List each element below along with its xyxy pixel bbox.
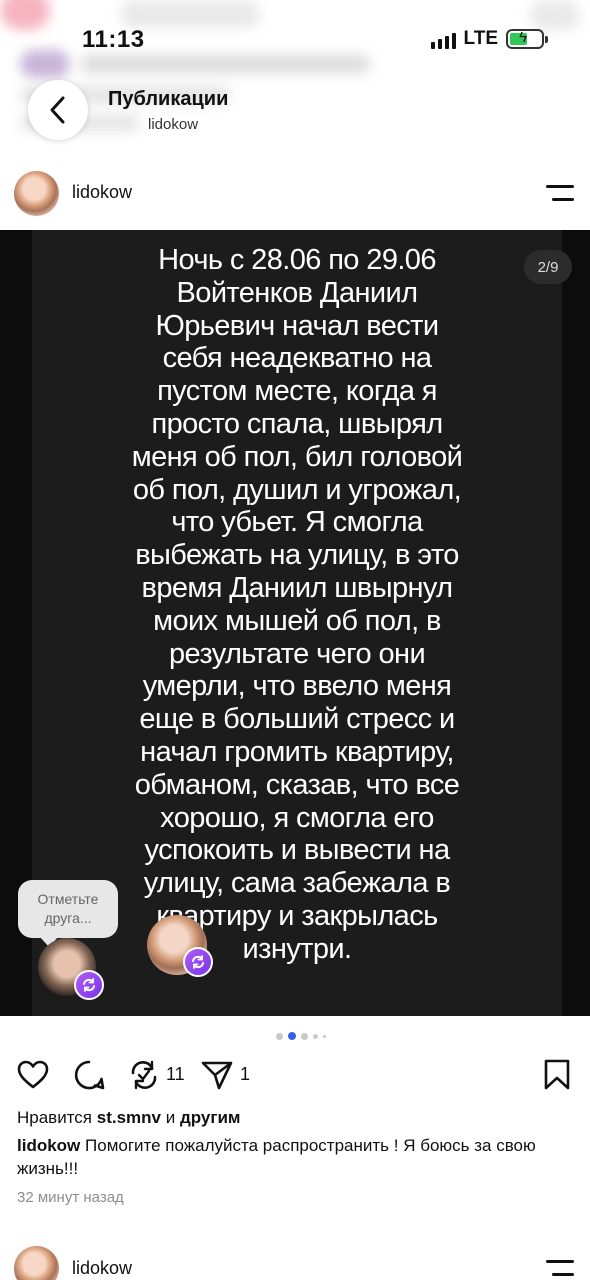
repost-icon	[131, 1060, 157, 1090]
repost-icon	[192, 955, 204, 969]
post-caption: lidokow Помогите пожалуйста распространи…	[17, 1134, 577, 1180]
post-actions: 11 1	[0, 1056, 590, 1096]
story-text-line: меня об пол, бил головой	[131, 440, 463, 473]
story-text-line: результате чего они	[168, 637, 426, 670]
caption-username[interactable]: lidokow	[17, 1136, 80, 1155]
heart-icon	[17, 1060, 49, 1089]
menu-icon[interactable]	[544, 1260, 574, 1278]
tag-friend-bubble[interactable]: Отметьте друга...	[18, 880, 118, 947]
caption-text: Помогите пожалуйста распространить ! Я б…	[17, 1136, 536, 1178]
carousel-dot	[313, 1033, 318, 1039]
tag-prompt-line: Отметьте	[37, 891, 99, 907]
next-post-username[interactable]: lidokow	[72, 1258, 132, 1279]
story-text-line: Ночь с 28.06 по 29.06	[158, 244, 436, 276]
carousel-dot	[323, 1034, 326, 1038]
repost-count: 11	[166, 1064, 185, 1084]
share-count: 1	[240, 1064, 251, 1084]
story-text-line: об пол, душил и угрожал,	[132, 473, 462, 506]
page-subtitle: lidokow	[148, 116, 199, 133]
repost-button[interactable]	[128, 1058, 160, 1097]
story-text-line: Юрьевич начал вести	[155, 309, 440, 342]
share-button[interactable]	[200, 1058, 234, 1097]
story-text-line: умерли, что ввело меня	[142, 670, 452, 703]
battery-icon: ϟ	[506, 29, 548, 49]
bookmark-icon	[544, 1059, 570, 1090]
story-text-line: Войтенков Даниил	[176, 276, 418, 309]
story-text-line: время Даниил швырнул	[141, 571, 454, 604]
page-counter: 2/9	[524, 250, 572, 284]
avatar[interactable]	[14, 1246, 59, 1280]
story-text-line: что убьет. Я смогла	[171, 506, 423, 539]
likes-and: и	[165, 1108, 176, 1127]
save-button[interactable]	[542, 1058, 572, 1097]
story-text-line: себя неадекватно на	[162, 342, 432, 375]
repost-badge	[74, 970, 104, 1000]
next-post-header: lidokow	[0, 1240, 590, 1280]
story-text-line: обманом, сказав, что все	[134, 768, 460, 801]
story-text-line: моих мышей об пол, в	[153, 604, 441, 637]
comment-button[interactable]	[72, 1058, 106, 1097]
status-indicators: LTE ϟ	[430, 28, 548, 50]
comment-icon	[74, 1060, 105, 1090]
story-text-line: улицу, сама забежала в	[143, 867, 451, 900]
carousel-dot	[276, 1032, 283, 1040]
post-header: lidokow	[0, 165, 590, 225]
story-text-line: начал громить квартиру,	[140, 735, 454, 768]
story-text-line: еще в больший стресс и	[139, 703, 455, 736]
story-text-line: хорошо, я смогла его	[160, 801, 434, 834]
repost-badge	[183, 947, 213, 977]
post-timestamp: 32 минут назад	[17, 1189, 124, 1206]
network-type: LTE	[463, 28, 498, 49]
signal-icon	[430, 29, 456, 49]
post-username[interactable]: lidokow	[72, 182, 132, 203]
menu-icon[interactable]	[544, 185, 574, 203]
tag-prompt-line: друга...	[44, 910, 92, 926]
carousel-dots	[276, 1032, 326, 1040]
story-text-line: просто спала, швырял	[151, 407, 443, 440]
chevron-left-icon	[50, 96, 65, 124]
status-bar: 11:13 LTE ϟ	[0, 18, 590, 62]
like-button[interactable]	[16, 1058, 50, 1097]
carousel-dot	[301, 1032, 308, 1040]
likes-others[interactable]: другим	[180, 1108, 241, 1127]
carousel-dot	[288, 1032, 296, 1040]
story-text-line: выбежать на улицу, в это	[135, 539, 459, 572]
story-text-line: успокоить и вывести на	[144, 834, 451, 867]
back-button[interactable]	[28, 80, 88, 140]
send-icon	[201, 1061, 233, 1090]
avatar[interactable]	[14, 171, 59, 216]
repost-icon	[83, 978, 95, 992]
likes-prefix: Нравится	[17, 1108, 93, 1127]
likes-summary[interactable]: Нравится st.smnv и другим	[17, 1108, 240, 1128]
page-title: Публикации	[108, 88, 229, 110]
liker-username[interactable]: st.smnv	[97, 1108, 161, 1127]
story-text: Ночь с 28.06 по 29.06 Войтенков Даниил Юрь…	[92, 244, 502, 966]
post-image[interactable]: Ночь с 28.06 по 29.06 Войтенков Даниил Юрь…	[0, 230, 590, 1016]
story-text-line: пустом месте, когда я	[157, 375, 437, 408]
status-time: 11:13	[82, 26, 145, 53]
